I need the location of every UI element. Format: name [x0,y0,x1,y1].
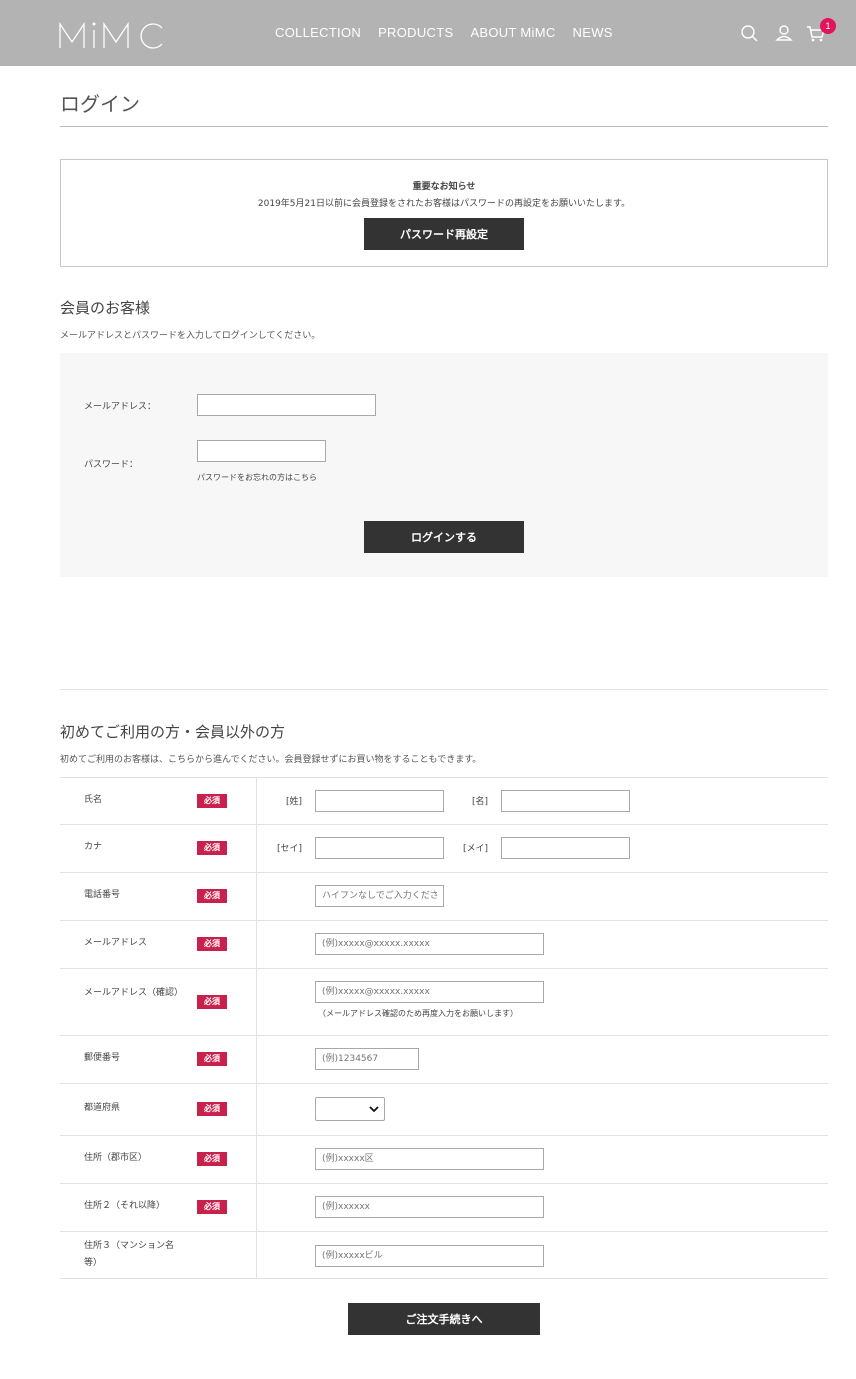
login-password-input[interactable] [197,440,326,462]
chevron-down-icon [369,1106,379,1113]
row-label-zip: 郵便番号 [84,1053,121,1063]
required-badge: 必須 [197,995,227,1009]
row-label-address2: 住所２（それ以降） [84,1201,166,1211]
form-row-prefecture: 都道府県 必須 [60,1083,828,1135]
last-name-input[interactable] [315,790,444,812]
address2-input[interactable] [315,1196,544,1218]
section-divider [60,689,828,690]
title-divider [60,126,828,127]
form-row-zip: 郵便番号 必須 [60,1035,828,1083]
notice-text: 2019年5月21日以前に会員登録をされたお客様はパスワードの再設定をお願いいた… [257,199,631,209]
login-button[interactable]: ログインする [364,521,524,553]
last-name-sublabel: [姓] [286,797,303,807]
important-notice-box: 重要なお知らせ 2019年5月21日以前に会員登録をされたお客様はパスワードの再… [60,159,828,267]
form-row-email: メールアドレス 必須 [60,920,828,968]
row-label-email-confirm: メールアドレス（確認） [84,988,184,998]
row-label-address3: 住所３（マンション名等） [84,1241,175,1268]
login-form: メールアドレス： パスワード： パスワードをお忘れの方はこちら ログインする [60,353,828,577]
form-row-kana: カナ 必須 [セイ] [メイ] [60,824,828,872]
member-section-desc: メールアドレスとパスワードを入力してログインしてください。 [60,331,321,341]
row-label-email: メールアドレス [84,938,148,948]
nav-collection[interactable]: COLLECTION [275,25,361,40]
phone-input[interactable] [315,885,444,907]
row-label-prefecture: 都道府県 [84,1103,121,1113]
first-kana-sublabel: [メイ] [463,844,489,854]
page-title: ログイン [60,92,140,116]
proceed-to-order-button[interactable]: ご注文手続きへ [348,1303,540,1335]
required-badge: 必須 [197,889,227,903]
required-badge: 必須 [197,794,227,808]
first-name-sublabel: [名] [472,797,489,807]
form-row-address3: 住所３（マンション名等） [60,1231,828,1279]
email-confirm-note: （メールアドレス確認のため再度入力をお願いします） [318,1009,518,1018]
required-badge: 必須 [197,1052,227,1066]
mimc-logo[interactable] [58,12,168,54]
member-section-title: 会員のお客様 [60,299,151,317]
email-input[interactable] [315,933,544,955]
form-row-address1: 住所（郡市区） 必須 [60,1135,828,1183]
forgot-password-link[interactable]: パスワードをお忘れの方はこちら [197,472,317,483]
site-header: COLLECTION PRODUCTS ABOUT MiMC NEWS 1 [0,0,856,66]
required-badge: 必須 [197,1102,227,1116]
zip-input[interactable] [315,1048,419,1070]
address1-input[interactable] [315,1148,544,1170]
row-label-name: 氏名 [84,795,103,805]
form-row-address2: 住所２（それ以降） 必須 [60,1183,828,1231]
guest-section-desc: 初めてご利用のお客様は、こちらから進んでください。会員登録せずにお買い物をするこ… [60,755,482,765]
first-kana-input[interactable] [501,837,630,859]
password-label: パスワード： [84,460,139,470]
form-row-email-confirm: メールアドレス（確認） 必須 （メールアドレス確認のため再度入力をお願いします） [60,968,828,1035]
first-name-input[interactable] [501,790,630,812]
email-confirm-input[interactable] [315,981,544,1003]
main-nav: COLLECTION PRODUCTS ABOUT MiMC NEWS [275,25,630,40]
nav-about[interactable]: ABOUT MiMC [470,25,555,40]
required-badge: 必須 [197,841,227,855]
guest-form-table: 氏名 必須 [姓] [名] カナ 必須 [セイ] [メイ] 電話番号 必須 メー… [60,777,828,1279]
required-badge: 必須 [197,1152,227,1166]
nav-products[interactable]: PRODUCTS [378,25,453,40]
form-row-phone: 電話番号 必須 [60,872,828,920]
search-icon[interactable] [739,22,761,44]
password-reset-button[interactable]: パスワード再設定 [364,218,524,250]
row-label-address1: 住所（郡市区） [84,1153,148,1163]
guest-section-title: 初めてご利用の方・会員以外の方 [60,723,286,741]
required-badge: 必須 [197,1200,227,1214]
last-kana-input[interactable] [315,837,444,859]
row-label-phone: 電話番号 [84,890,121,900]
nav-news[interactable]: NEWS [573,25,613,40]
prefecture-select[interactable] [315,1097,385,1121]
address3-input[interactable] [315,1245,544,1267]
notice-title: 重要なお知らせ [412,182,476,192]
login-email-input[interactable] [197,394,376,416]
last-kana-sublabel: [セイ] [277,844,303,854]
row-label-kana: カナ [84,842,103,852]
email-label: メールアドレス： [84,402,157,412]
required-badge: 必須 [197,937,227,951]
account-icon[interactable] [773,22,795,44]
form-row-name: 氏名 必須 [姓] [名] [60,777,828,824]
cart-count-badge: 1 [820,18,836,34]
